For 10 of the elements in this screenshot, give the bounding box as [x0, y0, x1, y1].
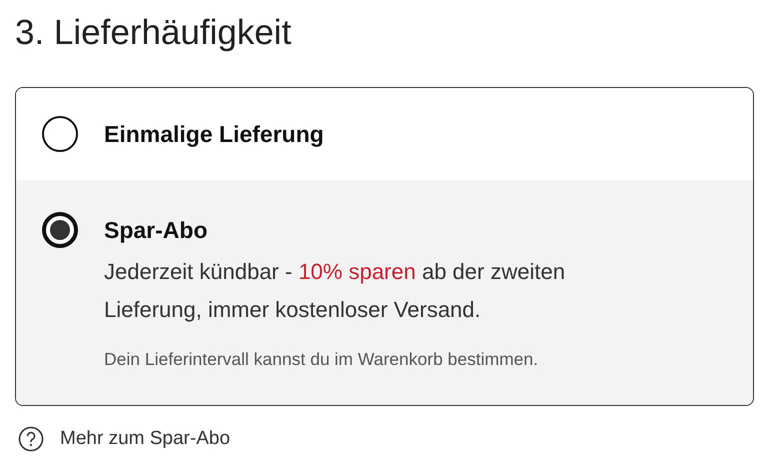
option-note: Dein Lieferintervall kannst du im Warenkorb bestimmen.: [104, 348, 538, 371]
delivery-option[interactable]: Spar-Abo Jederzeit kündbar - 10% sparen ab der zweiten Lieferung, immer kostenloser Versand. Dein Lieferintervall kannst du im Warenkorb bestimmen.: [16, 180, 753, 405]
radio-button[interactable]: [42, 116, 78, 152]
option-description: Jederzeit kündbar - 10% sparen ab der zweiten Lieferung, immer kostenloser Versand.: [104, 258, 566, 324]
option-label: Spar-Abo: [104, 216, 208, 245]
radio-button[interactable]: [42, 212, 78, 248]
section-heading: 3. Lieferhäufigkeit: [15, 12, 292, 54]
help-icon[interactable]: [18, 426, 44, 452]
more-info-link[interactable]: Mehr zum Spar-Abo: [60, 428, 230, 450]
option-label: Einmalige Lieferung: [104, 120, 324, 149]
